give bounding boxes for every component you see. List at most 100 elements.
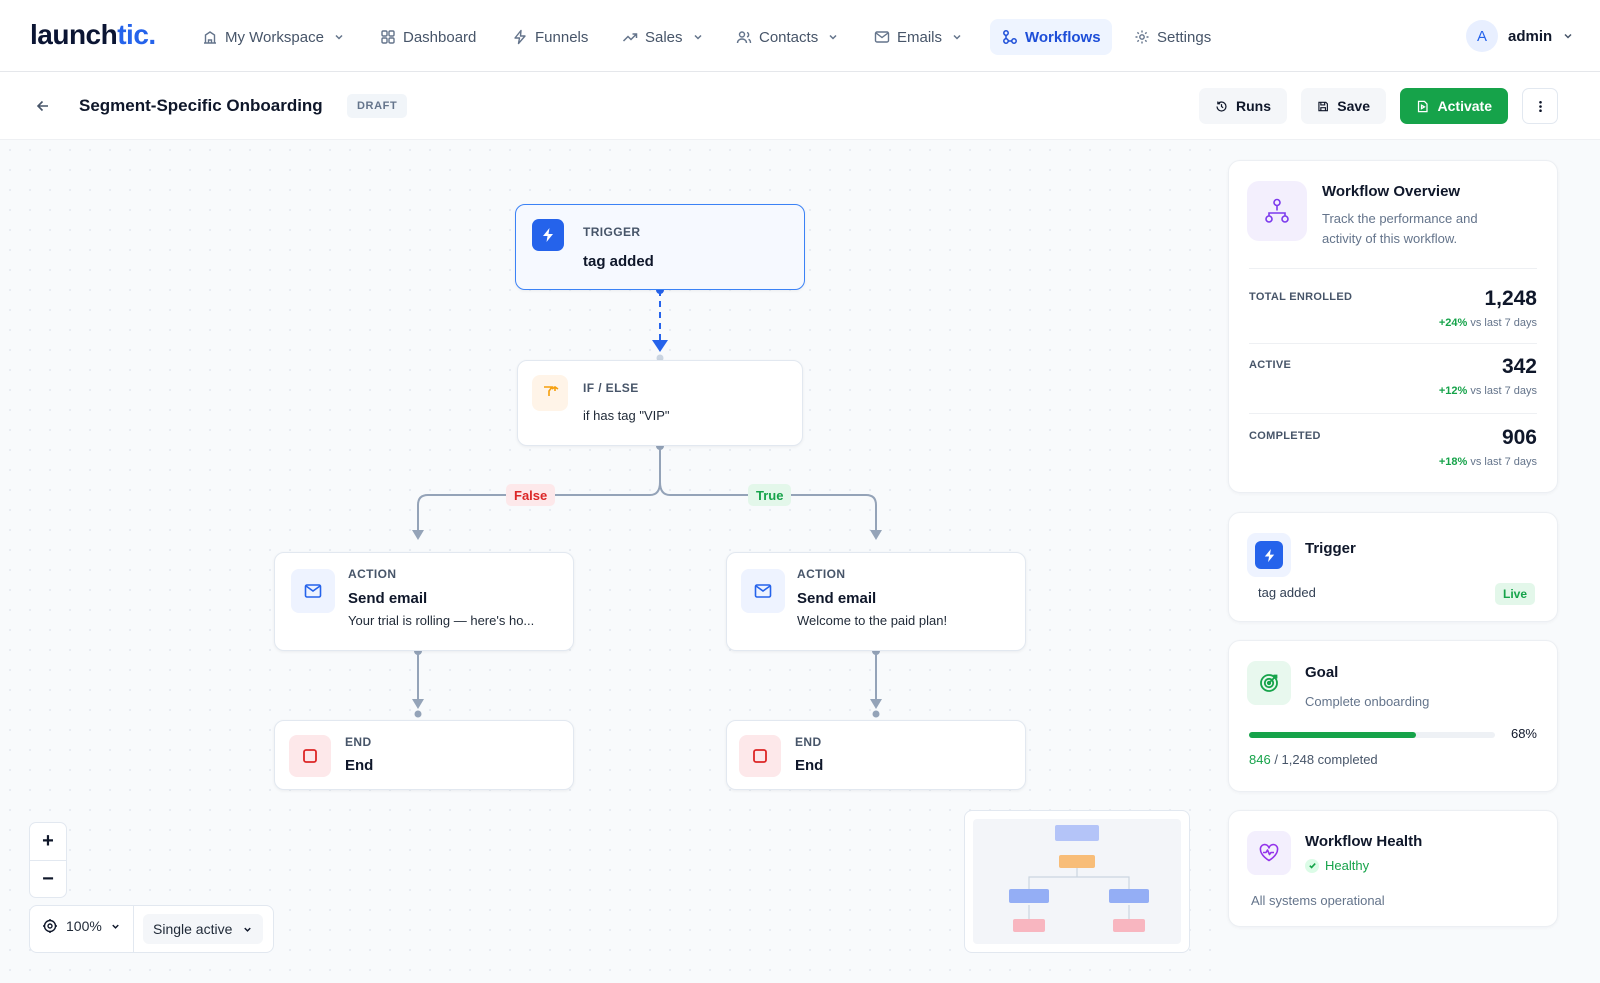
check-icon (1305, 858, 1319, 873)
action-node-right[interactable]: ACTION Send email Welcome to the paid pl… (726, 552, 1026, 651)
chevron-down-icon (1564, 33, 1572, 39)
action-node-left[interactable]: ACTION Send email Your trial is rolling … (274, 552, 574, 651)
overview-description: Track the performance and activity of th… (1322, 211, 1478, 246)
health-status: Healthy (1305, 858, 1369, 873)
action-icon-box (741, 569, 785, 613)
nav-funnels[interactable]: Funnels (512, 26, 588, 48)
brand-logo[interactable]: launchtic. (30, 19, 156, 51)
goal-title: Goal (1305, 664, 1339, 681)
minimap[interactable] (964, 810, 1190, 953)
branch-false-label[interactable]: False (506, 484, 556, 506)
branch-true-label[interactable]: True (748, 484, 792, 506)
org-chart-icon (1265, 198, 1289, 223)
nav-dashboard[interactable]: Dashboard (380, 26, 476, 48)
overview-icon-box (1247, 181, 1307, 241)
user-menu[interactable]: A admin (1466, 20, 1574, 52)
nav-contacts[interactable]: Contacts (736, 26, 839, 48)
end-icon-box (739, 735, 781, 777)
mail-icon (874, 31, 890, 43)
condition-icon-box (532, 375, 568, 411)
node-title: End (795, 757, 824, 774)
zoom-controls: + − (29, 822, 67, 898)
end-input-handle (414, 710, 422, 718)
stat-delta: +24% vs last 7 days (1439, 317, 1537, 329)
more-options-button[interactable] (1522, 88, 1558, 124)
goal-progress-fill (1249, 732, 1417, 738)
node-kind: ACTION (348, 567, 397, 581)
nav-label: Contacts (759, 28, 819, 46)
chevron-down-icon (335, 34, 343, 40)
zoom-in-button[interactable]: + (30, 823, 66, 860)
nav-my-workspace[interactable]: My Workspace (202, 26, 345, 48)
action-icon-box (291, 569, 335, 613)
end-input-handle (872, 710, 880, 718)
chevron-down-icon (694, 34, 702, 40)
mode-select[interactable]: Single active (143, 914, 264, 944)
lightning-icon (543, 228, 553, 242)
health-title: Workflow Health (1305, 833, 1423, 850)
trend-up-icon (622, 33, 638, 42)
save-button[interactable]: Save (1301, 88, 1386, 124)
nav-settings[interactable]: Settings (1134, 26, 1211, 48)
page-title: Segment-Specific Onboarding (79, 96, 323, 115)
activate-button[interactable]: Activate (1400, 88, 1508, 124)
nav-sales[interactable]: Sales (622, 26, 704, 48)
chevron-down-icon (953, 34, 961, 40)
gear-icon (1135, 30, 1149, 44)
node-title: Send email (348, 590, 428, 607)
top-navigation: launchtic. My Workspace Dashboard Funnel… (0, 0, 1600, 72)
delta-period: vs last 7 days (1470, 385, 1537, 397)
edge-arrowhead (412, 699, 424, 709)
goal-icon-box (1247, 661, 1291, 705)
view-toolbar: 100% Single active (29, 905, 274, 953)
end-node-left[interactable]: END End (274, 720, 574, 790)
nav-label: Sales (645, 28, 683, 46)
completed-value: 846 (1249, 752, 1271, 767)
stop-icon (753, 749, 767, 763)
back-arrow-icon[interactable] (34, 97, 52, 115)
zoom-out-button[interactable]: − (30, 861, 66, 898)
branch-icon (544, 386, 559, 396)
nav-label: Funnels (535, 28, 589, 46)
stat-delta: +12% vs last 7 days (1439, 385, 1537, 397)
trigger-node[interactable]: TRIGGER tag added (515, 204, 805, 290)
building-icon (204, 31, 216, 44)
trigger-card[interactable]: Trigger tag added Live (1228, 512, 1558, 622)
goal-progress-bar (1249, 732, 1495, 738)
goal-card: Goal Complete onboarding 68% 846 / 1,248… (1228, 640, 1558, 792)
workflow-health-card: Workflow Health Healthy All systems oper… (1228, 810, 1558, 927)
minimap-graph (1009, 825, 1149, 932)
fit-view-icon (43, 919, 57, 933)
nav-label: Emails (897, 28, 943, 46)
email-subject: Your trial is rolling — here's ho... (348, 613, 535, 628)
email-subject: Welcome to the paid plan! (797, 613, 948, 628)
trigger-icon-box (532, 219, 564, 251)
chevron-down-icon (829, 34, 837, 40)
delta-period: vs last 7 days (1470, 456, 1537, 468)
end-node-right[interactable]: END End (726, 720, 1026, 790)
runs-button[interactable]: Runs (1199, 88, 1287, 124)
divider (1249, 343, 1537, 344)
stat-value: 1,248 (1484, 287, 1537, 310)
stop-icon (303, 749, 317, 763)
activate-icon (1417, 100, 1428, 112)
nav-workflows[interactable]: Workflows (1002, 26, 1101, 48)
runs-label: Runs (1236, 98, 1271, 114)
nav-label: Settings (1157, 28, 1212, 46)
health-status-label: Healthy (1325, 858, 1370, 873)
trigger-icon-box (1247, 533, 1291, 577)
mode-value: Single active (153, 921, 233, 937)
nav-emails[interactable]: Emails (874, 26, 963, 48)
nav-label: Workflows (1025, 28, 1101, 46)
stat-completed: COMPLETED 906 +18% vs last 7 days (1249, 426, 1537, 474)
condition-node[interactable]: IF / ELSE if has tag "VIP" (517, 360, 803, 446)
lightning-icon (1264, 548, 1274, 562)
minimap-viewport (973, 819, 1181, 944)
zoom-level-select[interactable]: 100% (42, 918, 121, 934)
goal-description: Complete onboarding (1305, 694, 1430, 709)
trigger-card-value: tag added (1258, 585, 1316, 600)
completed-total: / 1,248 completed (1270, 752, 1378, 767)
brand-name: launch (30, 19, 118, 50)
edge-arrowhead (870, 530, 882, 540)
stat-active: ACTIVE 342 +12% vs last 7 days (1249, 355, 1537, 403)
